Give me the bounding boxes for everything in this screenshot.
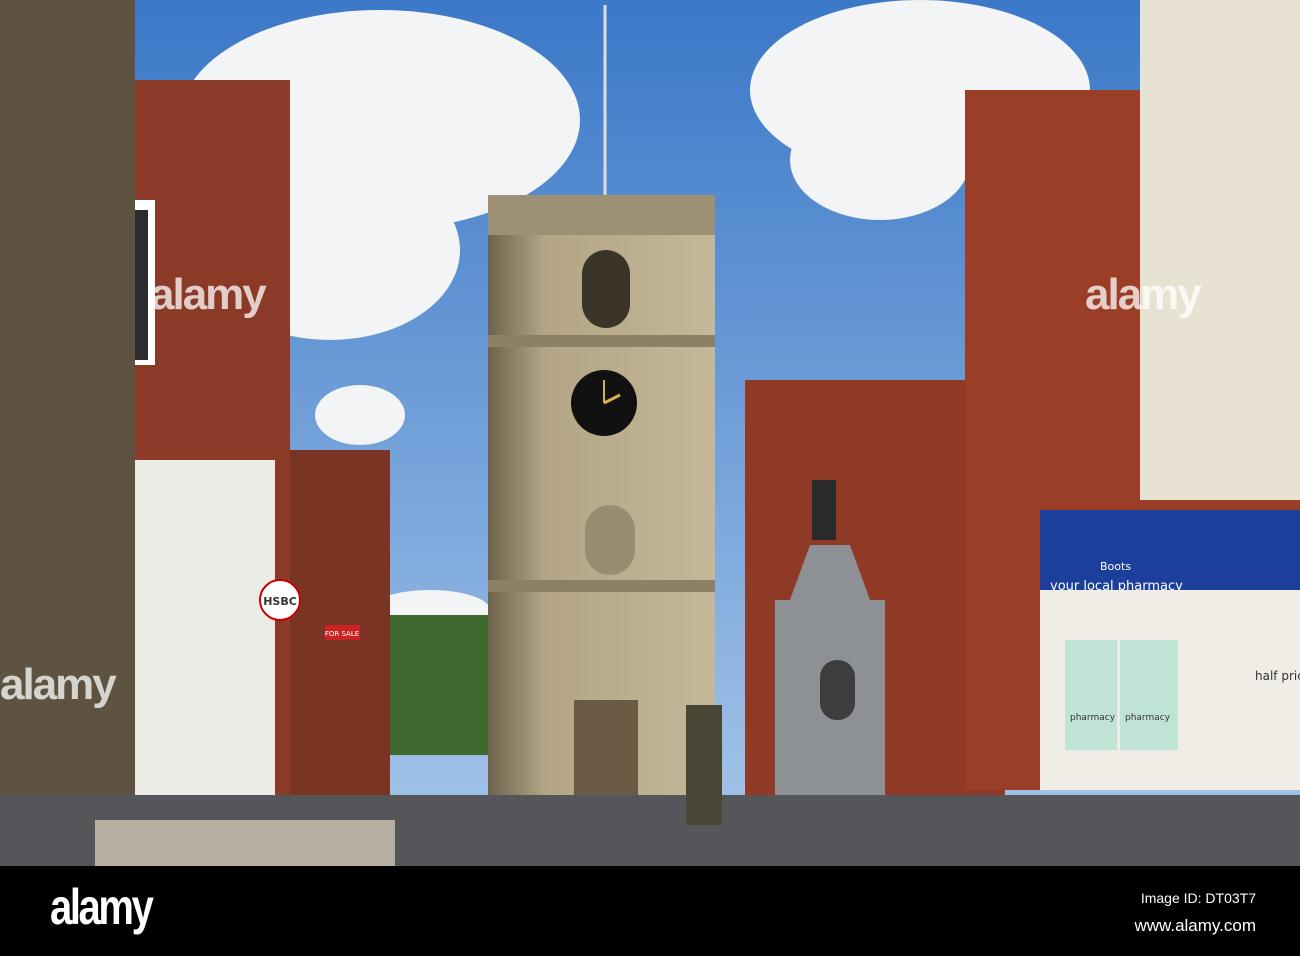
pavement xyxy=(95,820,395,866)
footer-bar: alamy Image ID: DT03T7 www.alamy.com xyxy=(0,866,1300,956)
watermark: alamy xyxy=(0,660,117,709)
alamy-logo: alamy xyxy=(50,879,154,935)
pharmacy-window-label: pharmacy xyxy=(1070,713,1116,723)
image-id: Image ID: DT03T7 xyxy=(1140,890,1256,906)
hsbc-sign: HSBC xyxy=(263,595,297,608)
hillside-trees xyxy=(375,615,490,755)
watermark: alamy xyxy=(150,270,267,319)
boots-logo: Boots xyxy=(1100,560,1131,573)
website-link: www.alamy.com xyxy=(1134,916,1256,935)
stock-photo: HSBC FOR SALE your local pharmacy Boots … xyxy=(0,0,1300,956)
half-price-poster: half price xyxy=(1255,669,1300,683)
pharmacy-window-label: pharmacy xyxy=(1125,713,1171,723)
street-scene-photo: HSBC FOR SALE your local pharmacy Boots … xyxy=(0,0,1300,866)
watermark: alamy xyxy=(1085,270,1202,319)
for-sale-sign: FOR SALE xyxy=(325,630,359,638)
pedestrian xyxy=(686,705,722,825)
